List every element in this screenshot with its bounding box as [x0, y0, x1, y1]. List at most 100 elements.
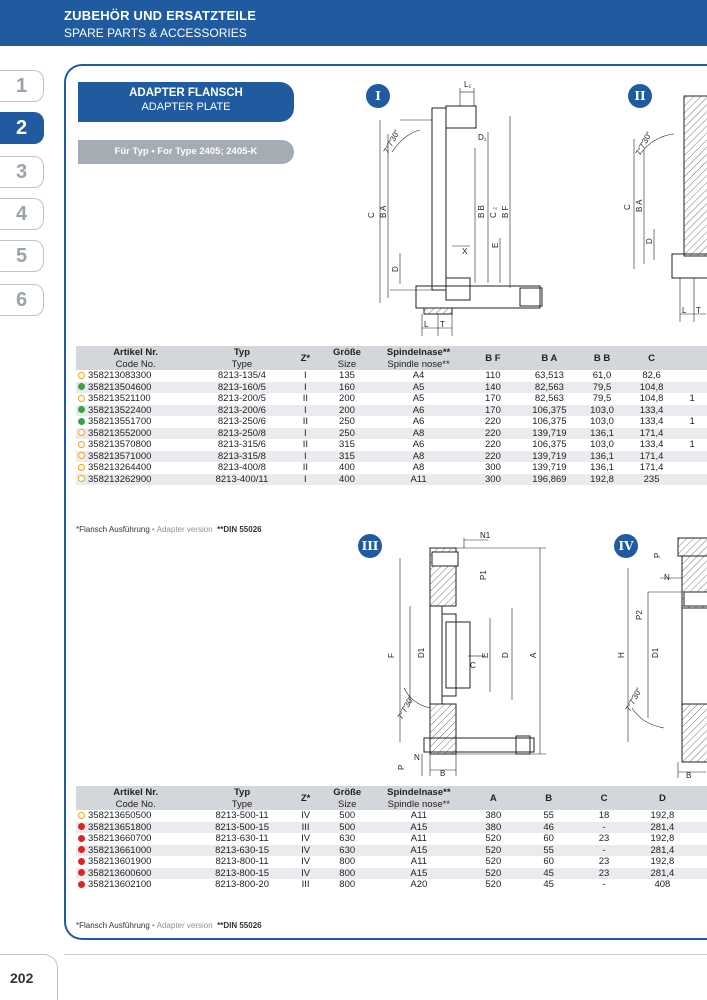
cell-c: 18 [598, 810, 610, 822]
label-d1: D₁ [478, 133, 487, 142]
cell-c: 133,4 [625, 404, 678, 416]
col2-header-a: A [465, 786, 522, 810]
bottom-divider [64, 954, 707, 955]
cell-nose: A6 [412, 439, 425, 451]
footnote-star: *Flansch Ausführung [76, 525, 150, 534]
code-text: 358213264400 [88, 462, 152, 474]
cell-z: IV [288, 867, 323, 879]
col2-header-c: C [576, 786, 632, 810]
label-t: T [440, 320, 445, 329]
chapter-tab-5[interactable]: 5 [0, 240, 44, 272]
cell-nose: A8 [371, 450, 466, 462]
cell-b: 60 [543, 833, 554, 845]
header-title-en: SPARE PARTS & ACCESSORIES [64, 26, 247, 40]
cell-ba: 139,719 [520, 427, 579, 439]
cell-code: 358213571000 [76, 450, 196, 462]
chapter-tab-2[interactable]: 2 [0, 112, 44, 144]
code-text: 358213083300 [88, 370, 152, 382]
footnote-star-en: Adapter version [156, 921, 213, 930]
label-iv-d1: D1 [651, 647, 660, 658]
cell-d: 281,4 [631, 844, 694, 856]
availability-dot-icon [78, 834, 85, 842]
chapter-tab-6[interactable]: 6 [0, 284, 44, 316]
cell-c: 235 [625, 473, 678, 485]
col-header-ba: B A [520, 346, 579, 370]
cell-nose: A6 [371, 404, 466, 416]
code-text: 358213504600 [88, 381, 152, 393]
table-row: 358213600600 8213-800-15 IV 800 A15 520 45 23 28… [76, 867, 707, 879]
cell-a: 380 [465, 821, 522, 833]
cell-c: - [602, 879, 606, 891]
cell-nose: A11 [410, 810, 427, 822]
availability-dot-icon [78, 406, 85, 414]
label-bb: B B [477, 205, 486, 218]
drawing-iii: N1 P1 F D1 C E D A 7°7'30" P N B [387, 531, 546, 778]
cell-z: II [302, 416, 309, 428]
cell-z: I [288, 473, 323, 485]
cell-extra [677, 473, 707, 485]
table-row: 358213651800 8213-500-15 III 500 A15 380 46-28… [76, 821, 707, 833]
col2-subheader-size: Size [322, 798, 373, 810]
cell-bf: 170 [485, 393, 501, 405]
cell-nose: A8 [371, 427, 466, 439]
cell-code: 358213521100 [76, 393, 195, 405]
type-label: Für Typ • For Type 2405; 2405-K [78, 140, 294, 164]
cell-bf: 170 [465, 404, 521, 416]
availability-dot-icon [78, 823, 85, 831]
col-header-code: Artikel Nr. [76, 346, 196, 358]
cell-size: 200 [322, 404, 372, 416]
drawing-iv: P N P2 H D1 7°7'30" B [617, 537, 707, 780]
cell-d: 192,8 [650, 810, 675, 822]
cell-bf: 300 [485, 462, 501, 474]
drawing-i: L₁ D₁ 7°7'30" C B A B B C ₂ B F D X E L … [367, 80, 543, 336]
cell-bf: 220 [485, 416, 501, 428]
cell-typ: 8213-500-15 [195, 821, 289, 833]
cell-size: 315 [339, 439, 355, 451]
cell-bf: 220 [465, 427, 521, 439]
chapter-tab-4[interactable]: 4 [0, 198, 44, 230]
cell-bb: 136,1 [578, 450, 626, 462]
cell-b: 45 [521, 867, 577, 879]
cell-z: I [288, 450, 323, 462]
cell-d: 281,4 [631, 867, 694, 879]
label-iii-p: P [397, 765, 406, 770]
cell-code: 358213552000 [76, 427, 196, 439]
availability-ring-icon [78, 429, 85, 437]
table-row: 358213083300 8213-135/4 I 135 A4 110 63,513 61,… [76, 370, 707, 382]
label-iv-p: P [653, 553, 662, 558]
label-bf: B F [501, 205, 510, 218]
cell-z: IV [301, 856, 311, 868]
cell-size: 200 [339, 393, 355, 405]
label-iv-b: B [686, 771, 691, 780]
footnote-sep: • [149, 525, 157, 534]
col-header-bf: B F [465, 346, 521, 370]
cell-empty [693, 810, 707, 822]
cell-extra [677, 450, 707, 462]
cell-ba: 139,719 [520, 450, 579, 462]
cell-ba: 82,563 [520, 381, 579, 393]
label-e: E [491, 243, 500, 248]
table-row: 358213661000 8213-630-15 IV 630 A15 520 55-281… [76, 844, 707, 856]
label-iii-n: N [414, 753, 420, 762]
chapter-tab-3[interactable]: 3 [0, 156, 44, 188]
cell-bb: 79,5 [578, 381, 626, 393]
cell-a: 520 [485, 856, 502, 868]
cell-ba: 106,375 [532, 416, 567, 428]
col2-subheader-nose: Spindle nose** [372, 798, 466, 810]
cell-empty [693, 856, 707, 868]
col2-subheader-code: Code No. [76, 798, 196, 810]
cell-code: 358213650500 [76, 810, 195, 822]
footnote-din: **DIN 55026 [217, 921, 262, 930]
table-row: 358213552000 8213-250/8 I 250 A8 220 139,719 13… [76, 427, 707, 439]
chapter-tab-1[interactable]: 1 [0, 70, 44, 102]
section-title-en: ADAPTER PLATE [141, 101, 231, 113]
header-bar: ZUBEHÖR UND ERSATZTEILE SPARE PARTS & AC… [0, 0, 707, 46]
cell-a: 520 [465, 867, 522, 879]
cell-b: 45 [543, 879, 554, 891]
cell-typ: 8213-630-11 [215, 833, 269, 845]
cell-typ: 8213-250/8 [195, 427, 289, 439]
spec-table-2: Artikel Nr. Typ Z* Größe Spindelnase** A… [76, 786, 707, 891]
footnote-star-en: Adapter version [156, 525, 213, 534]
footnote-sep: • [149, 921, 157, 930]
availability-ring-icon [78, 463, 85, 471]
